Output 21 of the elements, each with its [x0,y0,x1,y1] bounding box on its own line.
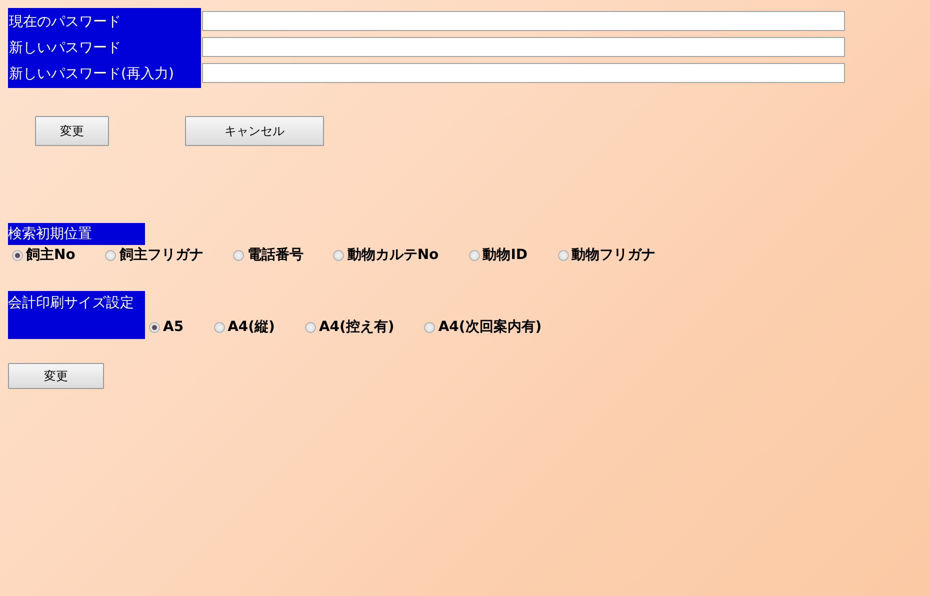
field-label: 現在のパスワード [9,13,122,32]
password-field[interactable] [202,63,845,83]
radio-option[interactable]: A5 [145,319,184,335]
change-button[interactable]: 変更 [35,116,109,146]
radio-option[interactable]: 飼主フリガナ [101,246,204,264]
radio-option[interactable]: A4(控え有) [300,318,394,336]
radio-option[interactable]: 飼主No [8,246,76,264]
radio-option[interactable]: A4(次回案内有) [420,318,542,336]
field-label: 新しいパスワード(再入力) [9,65,175,84]
radio-option[interactable]: 動物カルテNo [329,246,439,264]
password-field[interactable] [202,11,845,31]
cancel-button[interactable]: キャンセル [185,116,324,146]
radio-option[interactable]: 動物ID [464,246,528,264]
field-label: 新しいパスワード [9,39,122,58]
password-field[interactable] [202,37,845,57]
section-label: 会計印刷サイズ設定 [8,291,145,339]
radio-option[interactable]: A4(縦) [210,318,275,336]
radio-option[interactable]: 動物フリガナ [554,246,656,264]
change-button[interactable]: 変更 [8,363,104,389]
radio-option[interactable]: 電話番号 [229,246,304,264]
section-label: 検索初期位置 [8,223,145,245]
